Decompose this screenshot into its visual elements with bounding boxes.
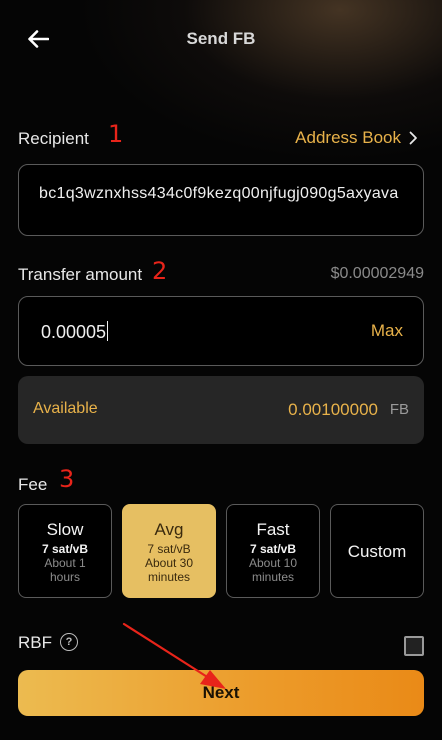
address-book-link[interactable]: Address Book — [295, 128, 418, 148]
usd-value: $0.00002949 — [330, 265, 424, 282]
fee-rate: 7 sat/vB — [249, 542, 297, 556]
available-unit: FB — [389, 401, 409, 418]
annotation-2: 2 — [152, 257, 168, 285]
fee-label: Fee — [18, 475, 48, 494]
page-title: Send FB — [186, 29, 256, 48]
max-button[interactable]: Max — [371, 321, 403, 341]
available-label: Available — [33, 400, 98, 417]
address-book-label: Address Book — [295, 128, 401, 147]
annotation-arrow — [122, 622, 226, 689]
fee-time-line2: minutes — [251, 570, 295, 584]
recipient-address-field[interactable]: bc1q3wznxhss434c0f9kezq00njfugj090g5axya… — [18, 164, 424, 236]
available-balance: Available 0.00100000 FB — [18, 376, 424, 444]
fee-name: Fast — [256, 520, 290, 539]
fee-rate: 7 sat/vB — [147, 542, 191, 556]
text-caret — [107, 321, 109, 341]
fee-option-slow[interactable]: Slow 7 sat/vB About 1 hours — [18, 504, 112, 598]
fee-name: Custom — [347, 542, 407, 561]
transfer-amount-label: Transfer amount — [18, 265, 143, 284]
recipient-address: bc1q3wznxhss434c0f9kezq00njfugj090g5axya… — [39, 185, 399, 202]
next-label: Next — [202, 683, 240, 702]
rbf-checkbox[interactable] — [404, 636, 424, 656]
fee-time-line1: About 30 — [144, 556, 194, 570]
header: Send FB — [0, 0, 442, 78]
fee-options: Slow 7 sat/vB About 1 hours Avg 7 sat/vB… — [18, 504, 424, 598]
chevron-right-icon — [409, 131, 417, 145]
fee-time-line1: About 10 — [248, 556, 298, 570]
recipient-label: Recipient — [18, 129, 89, 148]
amount-value-wrap: 0.00005 — [41, 321, 109, 343]
annotation-1: 1 — [108, 120, 124, 148]
next-button[interactable]: Next — [18, 670, 424, 716]
available-value: 0.00100000 — [288, 400, 378, 419]
annotation-3: 3 — [59, 465, 75, 493]
fee-time-line1: About 1 — [44, 556, 86, 570]
rbf-label: RBF — [18, 633, 52, 652]
fee-option-fast[interactable]: Fast 7 sat/vB About 10 minutes — [226, 504, 320, 598]
fee-time-line2: hours — [49, 570, 81, 584]
fee-name: Avg — [154, 520, 184, 539]
amount-value: 0.00005 — [41, 322, 107, 342]
fee-name: Slow — [46, 520, 84, 539]
fee-rate: 7 sat/vB — [41, 542, 89, 556]
fee-option-custom[interactable]: Custom — [330, 504, 424, 598]
help-icon[interactable]: ? — [60, 633, 78, 651]
fee-option-avg[interactable]: Avg 7 sat/vB About 30 minutes — [122, 504, 216, 598]
fee-time-line2: minutes — [147, 570, 191, 584]
amount-input[interactable]: 0.00005 Max — [18, 296, 424, 366]
